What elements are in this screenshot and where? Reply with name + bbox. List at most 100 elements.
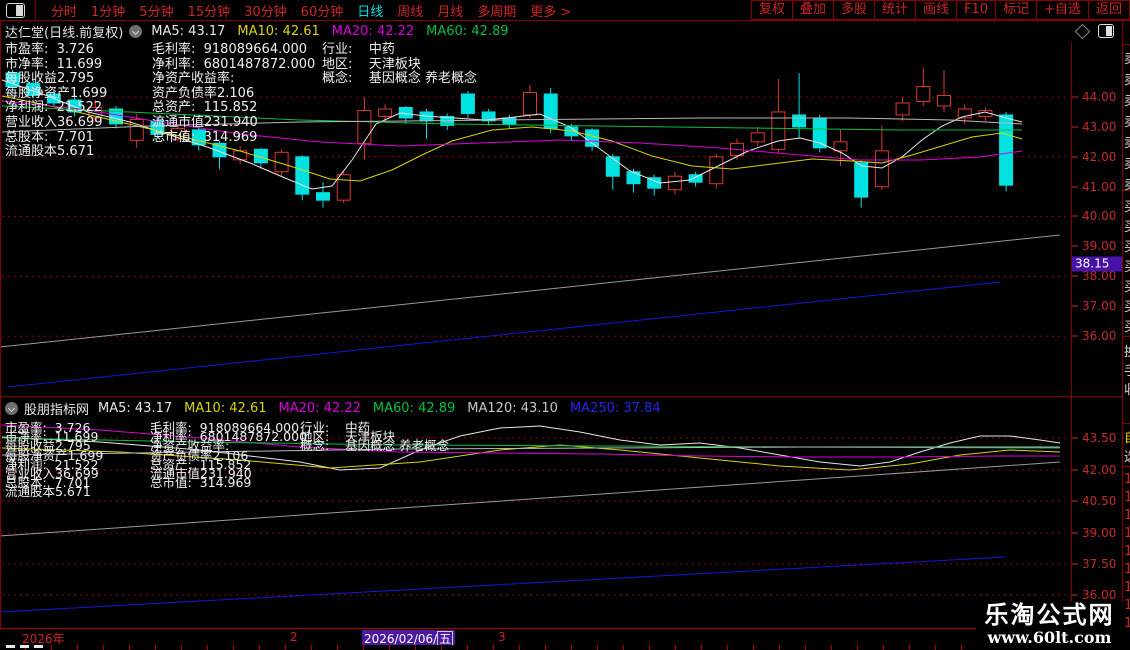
period-toolbar: 分时 1分钟 5分钟 15分钟 30分钟 60分钟 日线 周线 月线 多周期 更多 > 复权 叠加 多股… (0, 0, 1130, 21)
finance-column: 毛利率: 918089664.000 净利率: 6801487872.000 净资产… (150, 421, 307, 491)
strip-clipped-char: 买 (1124, 316, 1130, 335)
axis-label: 40.00 (1082, 209, 1117, 223)
strip-clipped-char: 收 (1124, 379, 1130, 398)
axis-label: 36.00 (1082, 329, 1117, 343)
panel-toggle-icon[interactable] (1098, 24, 1114, 38)
finance-row: 资产负债率2.106 (152, 85, 255, 101)
finance-row: 地区: 天津板块 (322, 56, 421, 72)
strip-clipped-char: 卖 (1124, 132, 1130, 151)
strip-clipped-char: 卖 (1124, 90, 1130, 109)
layout-toggle-icon[interactable] (6, 2, 25, 18)
period-tab-日线[interactable]: 日线 (357, 1, 383, 20)
ma-legend-item: MA20: 42.22 (331, 23, 415, 39)
right-toolbar: 复权 叠加 多股 统计 画线 F10 标记 +自选 返回 (750, 0, 1130, 20)
toolbar-button-多股[interactable]: 多股 (832, 1, 874, 19)
strip-clipped-char: 自 (1124, 427, 1130, 446)
date-axis: 2026年 2 2026/02/06/五 3 (0, 628, 1130, 647)
axis-label: 43.50 (1082, 431, 1117, 445)
strip-clipped-char: 1 (1124, 580, 1130, 595)
finance-row: 总市值: 314.969 (150, 475, 252, 491)
toolbar-separator (25, 0, 36, 20)
axis-label: 43.00 (1082, 120, 1117, 134)
finance-row: 流通股本5.671 (5, 484, 91, 500)
strip-clipped-char: 买 (1124, 216, 1130, 235)
strip-clipped-char: 手 (1124, 360, 1130, 379)
toolbar-button-标记[interactable]: 标记 (995, 1, 1036, 19)
finance-row: 市盈率: 3.726 (5, 42, 94, 57)
finance-row: 总市值: 314.969 (152, 129, 258, 145)
strip-clipped-char: 卖 (1124, 48, 1130, 67)
finance-column: 毛利率: 918089664.000 净利率: 6801487872.000 净资产… (152, 42, 316, 145)
toolbar-button-画线[interactable]: 画线 (915, 1, 956, 19)
period-tab-5分钟[interactable]: 5分钟 (139, 1, 173, 20)
strip-clipped-char: 卖 (1124, 111, 1130, 130)
axis-label: 44.00 (1082, 90, 1117, 104)
ma-legend-item: MA5: 43.17 (151, 23, 226, 39)
finance-row: 流通市值231.940 (152, 114, 258, 130)
toolbar-button-返回[interactable]: 返回 (1087, 1, 1129, 19)
strip-clipped-char: 买 (1124, 196, 1130, 215)
ma-legend-item: MA250: 37.84 (569, 400, 661, 416)
period-tab-月线[interactable]: 月线 (437, 1, 463, 20)
right-quote-strip[interactable]: 卖卖卖卖卖卖卖买买买买买买买换手收自选111111111 (1122, 20, 1130, 650)
finance-row: 净资产收益率: (152, 71, 235, 87)
finance-row: 净利率: 6801487872.000 (152, 56, 316, 72)
strip-divider (1123, 423, 1130, 424)
chevron-down-icon[interactable] (129, 24, 143, 38)
diamond-icon[interactable] (1074, 23, 1091, 39)
period-tab-更多 >[interactable]: 更多 > (530, 1, 571, 20)
finance-column: 市盈率: 3.726 市净率: 11.699 每股收益2.795 每股净资产1.699… (5, 421, 103, 500)
ma-legend-sub: MA5: 43.17 MA10: 42.61 MA20: 42.22 MA60: 42… (98, 401, 673, 416)
strip-clipped-char: 买 (1124, 236, 1130, 255)
strip-clipped-char: 买 (1124, 296, 1130, 315)
indicator-name: 股朋指标网 (24, 402, 90, 418)
period-tabs: 分时 1分钟 5分钟 15分钟 30分钟 60分钟 日线 周线 月线 多周期 更多 > (44, 1, 578, 20)
finance-row: 流通股本5.671 (5, 144, 95, 160)
period-tab-多周期[interactable]: 多周期 (477, 1, 516, 20)
ma-legend-item: MA20: 42.22 (278, 400, 361, 416)
finance-row: 市净率: 11.699 (5, 56, 103, 72)
clipped-text-mark (34, 645, 43, 648)
toolbar-button-叠加[interactable]: 叠加 (791, 1, 833, 19)
period-tab-15分钟[interactable]: 15分钟 (188, 1, 231, 20)
finance-row: 概念: 基因概念 养老概念 (322, 71, 478, 87)
watermark-site-name: 乐淘公式网 (984, 601, 1115, 629)
axis-label: 39.00 (1082, 239, 1117, 253)
strip-clipped-char: 1 (1124, 598, 1130, 613)
toolbar-button-复权[interactable]: 复权 (752, 1, 792, 19)
finance-column: 行业: 中药 地区: 天津板块 概念: 基因概念 养老概念 (300, 421, 449, 452)
strip-clipped-char: 1 (1124, 616, 1130, 631)
finance-column: 行业: 中药 地区: 天津板块 概念: 基因概念 养老概念 (322, 42, 478, 87)
strip-clipped-char: 1 (1124, 562, 1130, 577)
strip-divider (1123, 336, 1130, 337)
ma-legend-item: MA60: 42.89 (426, 23, 509, 39)
strip-clipped-char: 卖 (1124, 69, 1130, 88)
ma-legend-item: MA10: 42.61 (184, 400, 267, 416)
period-tab-1分钟[interactable]: 1分钟 (91, 1, 125, 20)
ma-legend-item: MA60: 42.89 (372, 400, 456, 416)
bottom-tick-strip (0, 645, 1130, 650)
axis-label: 41.00 (1082, 180, 1117, 194)
period-tab-60分钟[interactable]: 60分钟 (301, 1, 344, 20)
last-price-tag: 38.15 (1072, 256, 1124, 272)
watermark: 乐淘公式网 www.60lt.com (976, 602, 1123, 650)
axis-label: 40.50 (1082, 494, 1117, 508)
period-tab-周线[interactable]: 周线 (397, 1, 423, 20)
strip-clipped-char: 选 (1124, 446, 1130, 465)
strip-clipped-char: 1 (1124, 544, 1130, 559)
ma-legend-item: MA10: 42.61 (237, 23, 320, 39)
left-border (0, 21, 1, 650)
header-icons (1074, 23, 1114, 39)
date-axis-label: 2 (290, 630, 298, 644)
axis-border (1071, 42, 1072, 628)
period-tab-30分钟[interactable]: 30分钟 (244, 1, 287, 20)
finance-row: 总股本: 7.701 (5, 129, 94, 145)
toolbar-button-F10[interactable]: F10 (956, 1, 995, 19)
finance-row: 每股净资产1.699 (5, 85, 108, 101)
toolbar-button-统计[interactable]: 统计 (874, 1, 915, 19)
symbol-title: 达仁堂(日线.前复权) (5, 25, 124, 41)
chevron-down-icon[interactable] (5, 401, 18, 415)
period-tab-分时[interactable]: 分时 (51, 1, 77, 20)
clipped-text-mark (20, 645, 29, 648)
toolbar-button-+自选[interactable]: +自选 (1036, 1, 1088, 19)
